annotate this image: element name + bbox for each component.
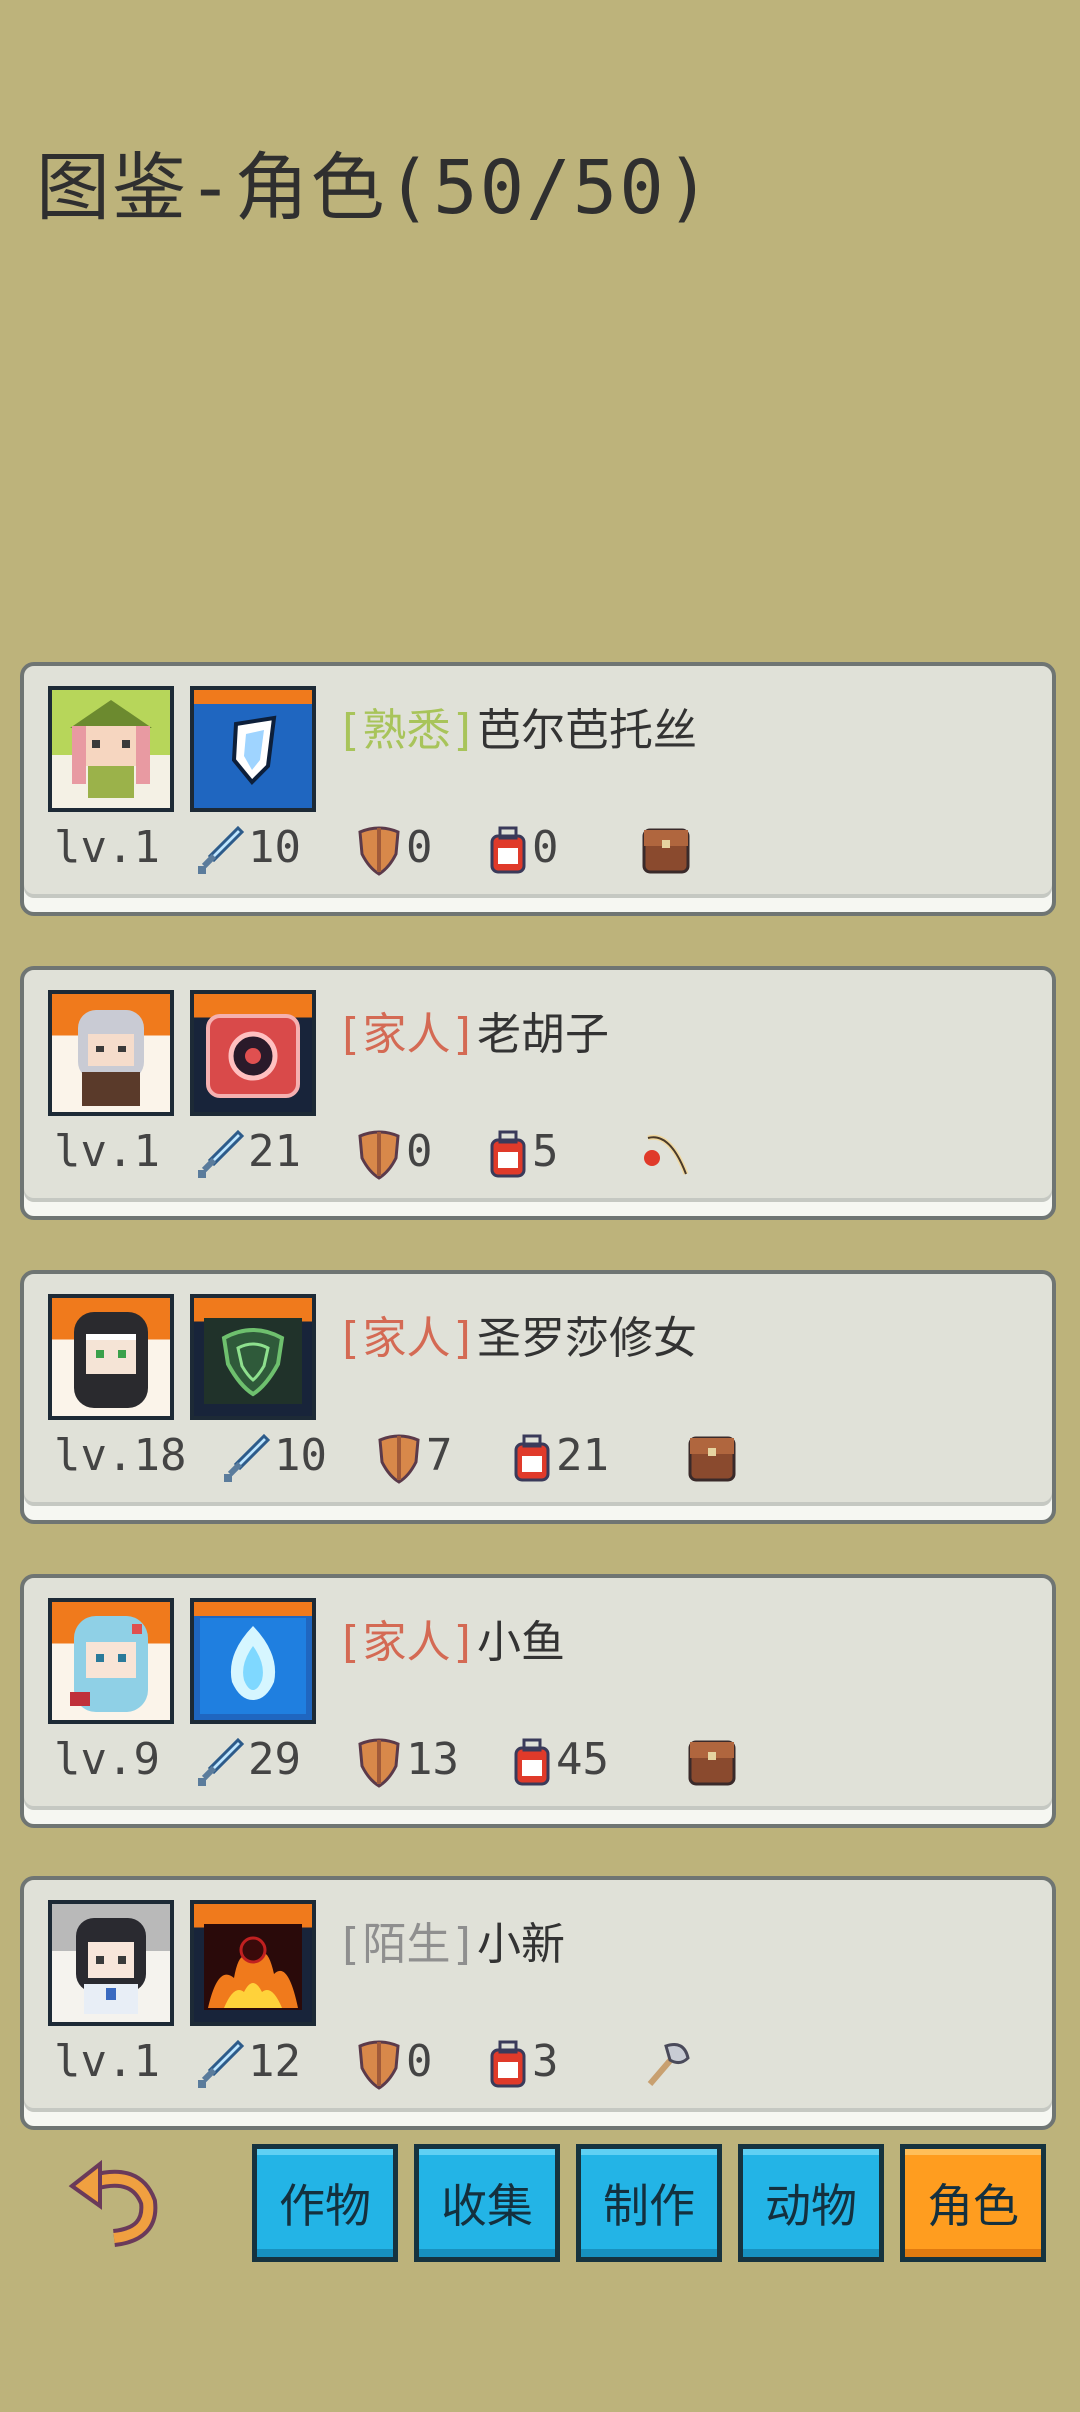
- bag-icon: [490, 1130, 526, 1178]
- character-portrait: [48, 686, 174, 812]
- character-card-5[interactable]: [陌生]小新 lv.1 12 0 3: [20, 1876, 1056, 2130]
- level-text: lv.1: [54, 2036, 160, 2087]
- attack-stat: 10: [194, 822, 301, 876]
- defense-stat: 13: [354, 1734, 459, 1788]
- defense-stat: 0: [354, 1126, 433, 1180]
- sword-icon: [198, 1737, 245, 1786]
- attack-stat: 12: [194, 2036, 301, 2090]
- shield-icon: [378, 1434, 420, 1484]
- shield-icon: [358, 2040, 400, 2090]
- tab-collection[interactable]: 收集: [414, 2144, 560, 2262]
- skill-icon: [190, 1598, 316, 1724]
- carry-stat: 5: [486, 1126, 559, 1180]
- character-card-2[interactable]: [家人]老胡子 lv.1 21 0 5: [20, 966, 1056, 1220]
- backpack-icon: [640, 822, 694, 876]
- bag-icon: [514, 1434, 550, 1482]
- character-name-line: [熟悉]芭尔芭托丝: [336, 694, 697, 758]
- bag-icon: [514, 1738, 550, 1786]
- character-portrait: [48, 990, 174, 1116]
- relation-tag: [陌生]: [336, 1919, 477, 1970]
- carry-stat: 0: [486, 822, 559, 876]
- bag-icon: [490, 2040, 526, 2088]
- character-name-line: [家人]老胡子: [336, 998, 609, 1062]
- sword-icon: [224, 1433, 271, 1482]
- carry-stat: 21: [510, 1430, 609, 1484]
- tab-crafting[interactable]: 制作: [576, 2144, 722, 2262]
- level-text: lv.1: [54, 1126, 160, 1177]
- level-text: lv.18: [54, 1430, 187, 1481]
- shield-icon: [358, 826, 400, 876]
- carry-stat: 3: [486, 2036, 559, 2090]
- bag-icon: [490, 826, 526, 874]
- skill-icon: [190, 1900, 316, 2026]
- backpack-icon: [686, 1430, 740, 1484]
- attack-stat: 10: [220, 1430, 327, 1484]
- tab-animals[interactable]: 动物: [738, 2144, 884, 2262]
- stats-row: lv.9 29 13 45: [54, 1728, 1032, 1794]
- skill-icon: [190, 990, 316, 1116]
- sword-icon: [198, 1129, 245, 1178]
- tab-crops[interactable]: 作物: [252, 2144, 398, 2262]
- character-card-1[interactable]: [熟悉]芭尔芭托丝 lv.1 10 0 0: [20, 662, 1056, 916]
- attack-stat: 29: [194, 1734, 301, 1788]
- sword-icon: [198, 825, 245, 874]
- relation-tag: [家人]: [336, 1009, 477, 1060]
- character-portrait: [48, 1294, 174, 1420]
- back-button[interactable]: [66, 2152, 166, 2252]
- tab-characters[interactable]: 角色: [900, 2144, 1046, 2262]
- page-title: 图鉴-角色(50/50): [36, 145, 713, 231]
- carry-stat: 45: [510, 1734, 609, 1788]
- stats-row: lv.18 10 7 21: [54, 1424, 1032, 1490]
- level-text: lv.9: [54, 1734, 160, 1785]
- character-name: 芭尔芭托丝: [476, 705, 697, 756]
- character-name: 老胡子: [476, 1009, 609, 1060]
- relation-tag: [家人]: [336, 1617, 477, 1668]
- sword-icon: [198, 2039, 245, 2088]
- bottom-nav: 作物 收集 制作 动物 角色: [0, 2140, 1080, 2270]
- stats-row: lv.1 21 0 5: [54, 1120, 1032, 1186]
- character-portrait: [48, 1598, 174, 1724]
- level-text: lv.1: [54, 822, 160, 873]
- character-name: 小鱼: [476, 1617, 565, 1668]
- skill-icon: [190, 1294, 316, 1420]
- back-arrow-icon: [68, 2159, 158, 2247]
- attack-stat: 21: [194, 1126, 301, 1180]
- relation-tag: [熟悉]: [336, 705, 477, 756]
- skill-icon: [190, 686, 316, 812]
- axe-icon: [640, 2036, 694, 2090]
- fishing-rod-icon: [640, 1126, 694, 1180]
- character-name-line: [家人]圣罗莎修女: [336, 1302, 697, 1366]
- defense-stat: 0: [354, 822, 433, 876]
- character-portrait: [48, 1900, 174, 2026]
- shield-icon: [358, 1130, 400, 1180]
- character-card-4[interactable]: [家人]小鱼 lv.9 29 13 45: [20, 1574, 1056, 1828]
- stats-row: lv.1 12 0 3: [54, 2030, 1032, 2096]
- defense-stat: 7: [374, 1430, 453, 1484]
- relation-tag: [家人]: [336, 1313, 477, 1364]
- character-name: 小新: [476, 1919, 565, 1970]
- character-name: 圣罗莎修女: [476, 1313, 697, 1364]
- defense-stat: 0: [354, 2036, 433, 2090]
- shield-icon: [358, 1738, 400, 1788]
- stats-row: lv.1 10 0 0: [54, 816, 1032, 882]
- character-name-line: [陌生]小新: [336, 1908, 565, 1972]
- character-card-3[interactable]: [家人]圣罗莎修女 lv.18 10 7 21: [20, 1270, 1056, 1524]
- character-name-line: [家人]小鱼: [336, 1606, 565, 1670]
- backpack-icon: [686, 1734, 740, 1788]
